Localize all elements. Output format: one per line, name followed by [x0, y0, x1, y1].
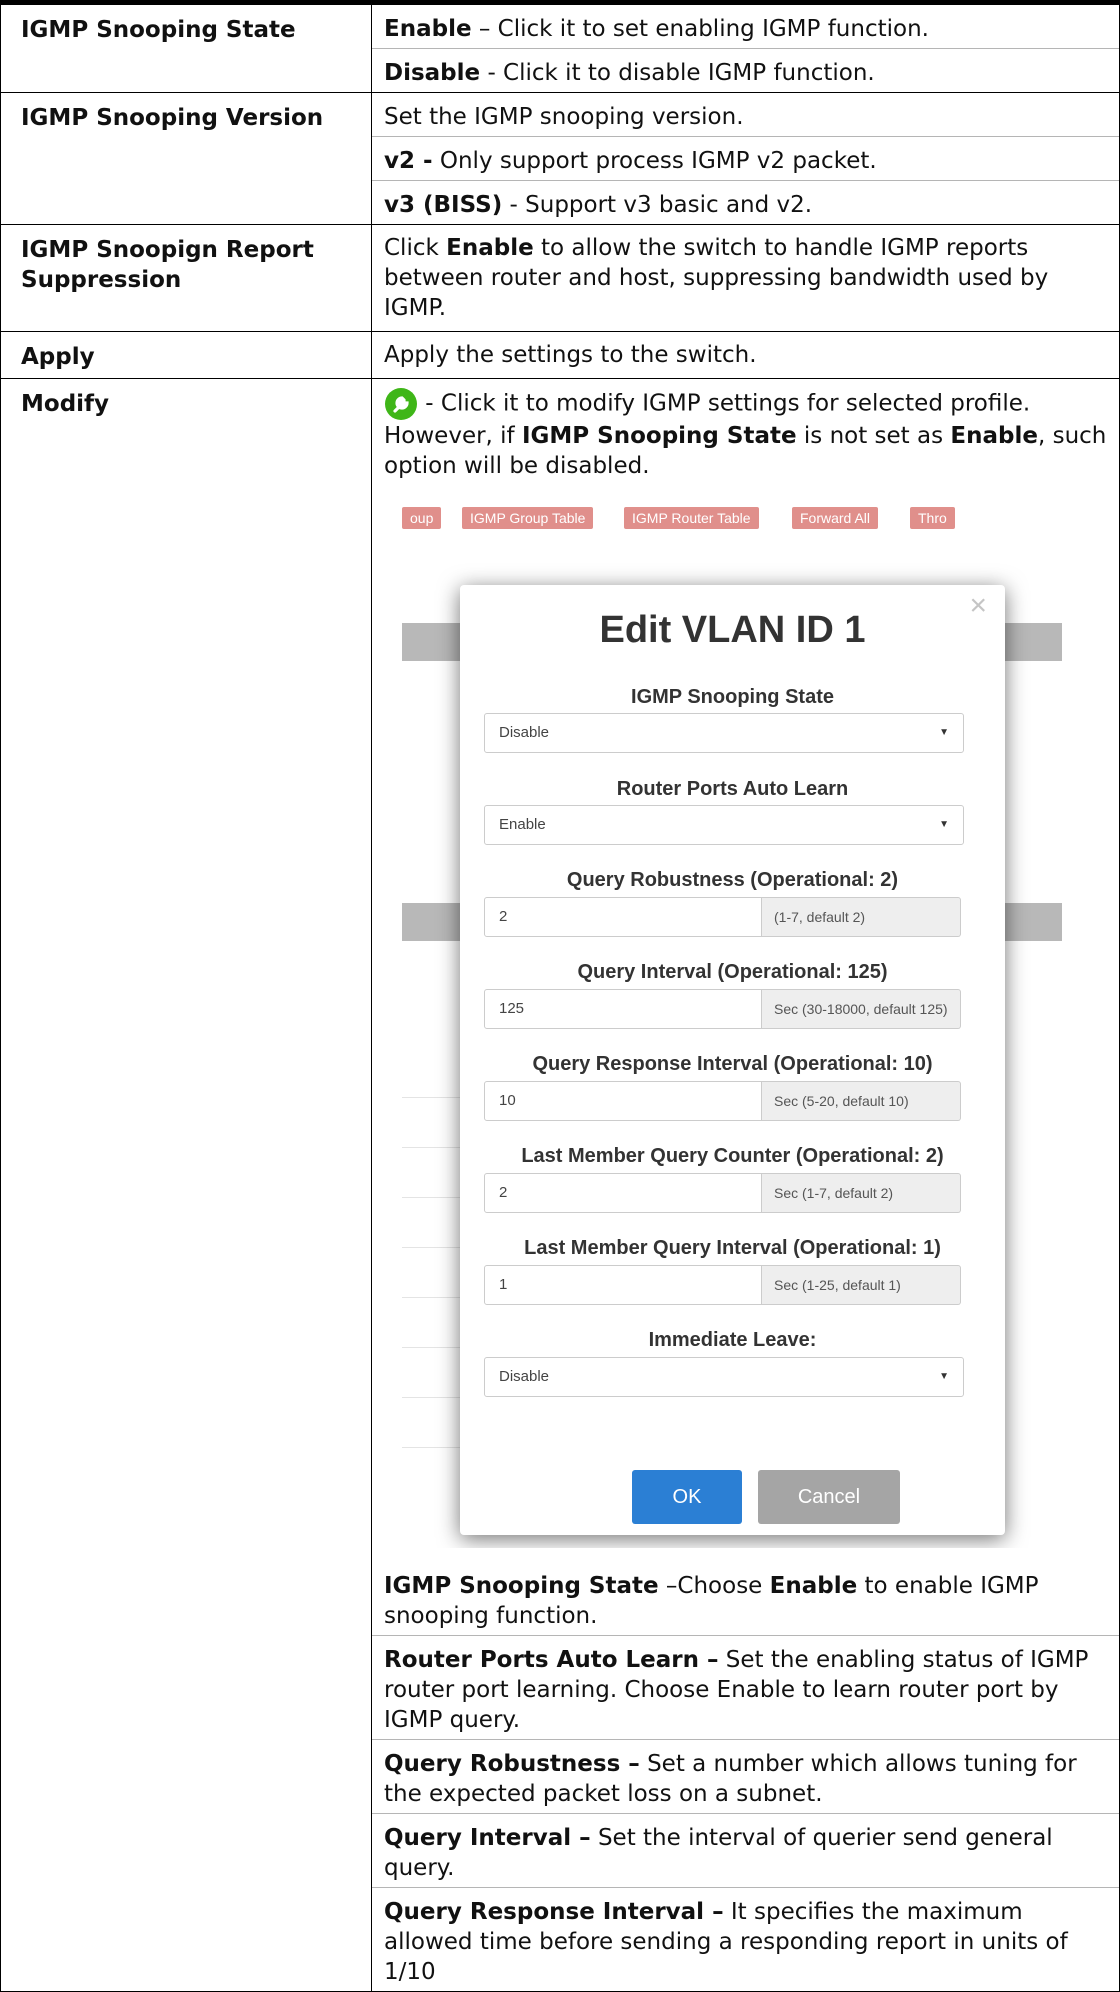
field-label: Query Response Interval (Operational: 10…	[532, 1053, 933, 1075]
description-paragraph: Click Enable to allow the switch to hand…	[372, 225, 1119, 331]
igmp-state-select[interactable]: Disable ▼	[484, 713, 964, 753]
field-label: Immediate Leave:	[648, 1329, 817, 1351]
option-text: – Click it to set enabling IGMP function…	[471, 16, 929, 42]
field-label: Query Interval (Operational: 125)	[577, 961, 888, 983]
background-row	[402, 1113, 462, 1148]
option-text: Only support process IGMP v2 packet.	[432, 148, 877, 174]
ok-button[interactable]: OK	[632, 1470, 742, 1524]
select-value: Disable	[499, 724, 550, 741]
text: Click	[384, 235, 447, 261]
option-name: Disable	[384, 60, 481, 86]
option-name: Router Ports Auto Learn –	[384, 1647, 719, 1673]
row-description: Apply the settings to the switch.	[371, 331, 1120, 379]
text: –Choose	[658, 1573, 770, 1599]
background-tab: Forward All	[792, 507, 879, 529]
field-label: IGMP Snooping State	[631, 686, 834, 708]
option-name: v3 (BISS)	[384, 192, 503, 218]
table-row: IGMP Snooping Version Set the IGMP snoop…	[0, 92, 1120, 225]
immediate-leave-select[interactable]: Disable ▼	[484, 1357, 964, 1397]
embedded-screenshot: oup IGMP Group Table IGMP Router Table F…	[402, 503, 1062, 1548]
background-row	[402, 1363, 462, 1398]
input-hint: Sec (30-18000, default 125)	[762, 989, 961, 1029]
dialog-title: Edit VLAN ID 1	[599, 609, 866, 651]
wrench-icon	[385, 388, 417, 420]
input-hint: (1-7, default 2)	[762, 897, 961, 937]
modify-intro: - Click it to modify IGMP settings for s…	[372, 379, 1119, 489]
option-text: - Support v3 basic and v2.	[502, 192, 813, 218]
field-label: Router Ports Auto Learn	[616, 778, 849, 800]
option-name: IGMP Snooping State	[521, 423, 797, 449]
description-line: Set the IGMP snooping version.	[372, 93, 1119, 137]
input-hint: Sec (1-7, default 2)	[762, 1173, 961, 1213]
background-row	[402, 1063, 462, 1098]
description-line: Router Ports Auto Learn – Set the enabli…	[372, 1636, 1119, 1740]
last-member-interval-input[interactable]: 1	[484, 1265, 762, 1305]
row-label: IGMP Snooping Version	[0, 92, 372, 225]
description-line: Disable - Click it to disable IGMP funct…	[372, 49, 1119, 92]
row-description: - Click it to modify IGMP settings for s…	[371, 378, 1120, 1992]
input-hint: Sec (1-25, default 1)	[762, 1265, 961, 1305]
row-label: IGMP Snoopign Report Suppression	[0, 224, 372, 332]
row-description: Enable – Click it to set enabling IGMP f…	[371, 0, 1120, 93]
chevron-down-icon: ▼	[939, 727, 949, 738]
input-hint: Sec (5-20, default 10)	[762, 1081, 961, 1121]
background-tab: IGMP Group Table	[462, 507, 594, 529]
field-label: Query Robustness (Operational: 2)	[566, 869, 899, 891]
field-label: Last Member Query Counter (Operational: …	[521, 1145, 944, 1167]
background-tab: IGMP Router Table	[624, 507, 759, 529]
description-line: Query Response Interval – It specifies t…	[372, 1888, 1119, 1991]
row-label: Modify	[0, 378, 372, 1992]
table-row: Modify - Click it to modify IGMP setting…	[0, 378, 1120, 1992]
document-page: IGMP Snooping State Enable – Click it to…	[0, 0, 1120, 1992]
field-label: Last Member Query Interval (Operational:…	[524, 1237, 941, 1259]
option-name: Enable	[446, 235, 534, 261]
description-line: Query Robustness – Set a number which al…	[372, 1740, 1119, 1814]
description-line: IGMP Snooping State –Choose Enable to en…	[372, 1562, 1119, 1636]
option-name: v2 -	[384, 148, 433, 174]
option-name: Enable	[950, 423, 1038, 449]
settings-table: IGMP Snooping State Enable – Click it to…	[0, 0, 1120, 1992]
option-text: Set the IGMP snooping version.	[384, 104, 744, 130]
option-name: Query Interval –	[384, 1825, 591, 1851]
background-tab: oup	[402, 507, 442, 529]
background-row	[402, 1213, 462, 1248]
row-label: Apply	[0, 331, 372, 379]
option-name: Query Response Interval –	[384, 1899, 724, 1925]
row-description: Set the IGMP snooping version. v2 - Only…	[371, 92, 1120, 225]
edit-vlan-dialog: × Edit VLAN ID 1 IGMP Snooping State Dis…	[460, 585, 1005, 1535]
background-row	[402, 1263, 462, 1298]
table-row: Apply Apply the settings to the switch.	[0, 331, 1120, 379]
description-line: v2 - Only support process IGMP v2 packet…	[372, 137, 1119, 181]
option-name: IGMP Snooping State	[384, 1573, 659, 1599]
select-value: Disable	[499, 1368, 550, 1385]
auto-learn-select[interactable]: Enable ▼	[484, 805, 964, 845]
description-line: Query Interval – Set the interval of que…	[372, 1814, 1119, 1888]
background-tab: Thro	[910, 507, 955, 529]
query-interval-input[interactable]: 125	[484, 989, 762, 1029]
option-name: Enable	[384, 16, 472, 42]
last-member-counter-input[interactable]: 2	[484, 1173, 762, 1213]
background-row	[402, 1163, 462, 1198]
description-line: Enable – Click it to set enabling IGMP f…	[372, 5, 1119, 49]
background-row	[402, 1413, 462, 1448]
cancel-button[interactable]: Cancel	[758, 1470, 900, 1524]
row-label: IGMP Snooping State	[0, 0, 372, 93]
robustness-input[interactable]: 2	[484, 897, 762, 937]
text: is not set as	[796, 423, 951, 449]
row-description: Click Enable to allow the switch to hand…	[371, 224, 1120, 332]
background-row	[402, 1313, 462, 1348]
description-paragraph: Apply the settings to the switch.	[384, 342, 757, 368]
option-name: Enable	[769, 1573, 858, 1599]
chevron-down-icon: ▼	[939, 1371, 949, 1382]
option-text: - Click it to disable IGMP function.	[480, 60, 875, 86]
background-tabs: oup IGMP Group Table IGMP Router Table F…	[402, 503, 1062, 533]
select-value: Enable	[499, 816, 546, 833]
table-row: IGMP Snooping State Enable – Click it to…	[0, 0, 1120, 93]
query-response-input[interactable]: 10	[484, 1081, 762, 1121]
description-line: v3 (BISS) - Support v3 basic and v2.	[372, 181, 1119, 224]
option-name: Query Robustness –	[384, 1751, 640, 1777]
chevron-down-icon: ▼	[939, 819, 949, 830]
table-row: IGMP Snoopign Report Suppression Click E…	[0, 224, 1120, 332]
